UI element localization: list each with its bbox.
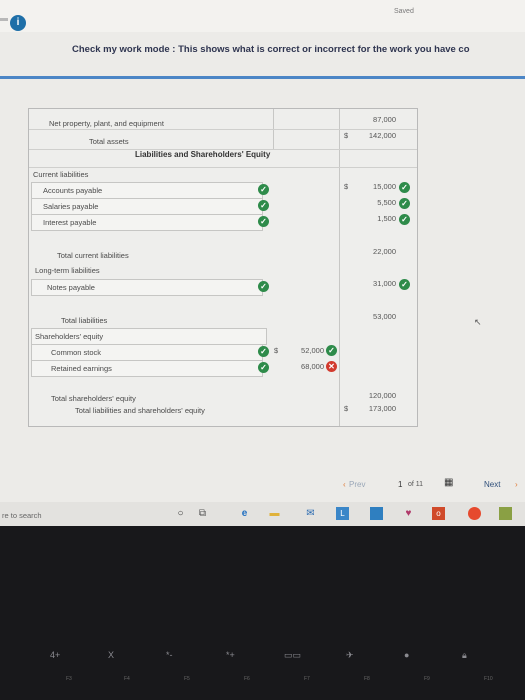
edge-icon[interactable]: e bbox=[238, 507, 251, 520]
banner-divider bbox=[0, 76, 525, 79]
f6-label: F6 bbox=[244, 676, 250, 682]
interest-payable-value[interactable]: 1,500 bbox=[341, 214, 396, 223]
file-explorer-icon[interactable]: ▬ bbox=[268, 507, 281, 520]
incorrect-icon: ✕ bbox=[326, 361, 337, 372]
office-icon[interactable]: o bbox=[432, 507, 445, 520]
f7-screen-icon: ▭▭ bbox=[284, 650, 302, 660]
page-total: of 11 bbox=[408, 481, 424, 488]
mail-icon[interactable]: ✉ bbox=[304, 507, 317, 520]
total-liabilities-value: 53,000 bbox=[373, 312, 396, 321]
chrome-icon[interactable] bbox=[468, 507, 481, 520]
pocket-icon[interactable]: ♥ bbox=[402, 507, 415, 520]
common-stock-label: Common stock bbox=[51, 348, 102, 357]
f9-icon: ● bbox=[404, 650, 410, 660]
check-icon: ✓ bbox=[258, 200, 269, 211]
prev-button[interactable]: Prev bbox=[349, 480, 365, 489]
windows-taskbar bbox=[0, 502, 525, 526]
saved-status: Saved bbox=[394, 8, 414, 15]
section-title: Liabilities and Shareholders' Equity bbox=[135, 150, 271, 159]
common-stock-value[interactable]: 52,000 bbox=[269, 346, 324, 355]
f10-label: F10 bbox=[484, 676, 493, 682]
long-term-liabilities-header: Long-term liabilities bbox=[35, 266, 100, 275]
grid-menu-icon[interactable]: ▦ bbox=[444, 477, 453, 488]
current-page: 1 bbox=[398, 480, 403, 489]
check-icon: ✓ bbox=[258, 362, 269, 373]
notes-payable-label: Notes payable bbox=[47, 283, 95, 292]
interest-payable-label: Interest payable bbox=[43, 218, 97, 227]
app-icon[interactable] bbox=[370, 507, 383, 520]
salaries-payable-value[interactable]: 5,500 bbox=[341, 198, 396, 207]
check-icon: ✓ bbox=[399, 182, 410, 193]
check-icon: ✓ bbox=[258, 346, 269, 357]
ppe-value: 87,000 bbox=[373, 115, 396, 124]
row-divider bbox=[29, 129, 417, 130]
row-divider bbox=[29, 167, 417, 168]
current-liabilities-header: Current liabilities bbox=[33, 170, 89, 179]
info-icon[interactable]: i bbox=[10, 15, 26, 31]
screen: i Saved Check my work mode : This shows … bbox=[0, 0, 525, 526]
salaries-payable-label: Salaries payable bbox=[43, 202, 99, 211]
check-icon: ✓ bbox=[326, 345, 337, 356]
total-liabilities-label: Total liabilities bbox=[61, 316, 108, 325]
f10-lock-icon: 🔒︎ bbox=[462, 650, 467, 660]
next-button[interactable]: Next bbox=[484, 480, 500, 489]
f8-airplane-icon: ✈ bbox=[346, 650, 354, 660]
check-icon: ✓ bbox=[258, 281, 269, 292]
f6-key: *+ bbox=[226, 650, 235, 660]
total-current-liabilities-value: 22,000 bbox=[373, 247, 396, 256]
f9-label: F9 bbox=[424, 676, 430, 682]
check-icon: ✓ bbox=[399, 279, 410, 290]
f3-key: 4+ bbox=[50, 650, 61, 660]
retained-earnings-value[interactable]: 68,000 bbox=[269, 362, 324, 371]
f4-label: F4 bbox=[124, 676, 130, 682]
total-assets-value: 142,000 bbox=[368, 131, 396, 140]
f7-label: F7 bbox=[304, 676, 310, 682]
f5-key: *- bbox=[166, 650, 173, 660]
mouse-cursor-icon: ↖ bbox=[474, 317, 482, 327]
ppe-label: Net property, plant, and equipment bbox=[49, 119, 164, 128]
check-mode-text: Check my work mode : This shows what is … bbox=[72, 44, 470, 55]
top-bar bbox=[0, 0, 525, 32]
check-icon: ✓ bbox=[399, 214, 410, 225]
cortana-icon[interactable]: ○ bbox=[174, 507, 187, 520]
prev-arrow-icon[interactable]: ‹ bbox=[343, 480, 346, 489]
store-icon[interactable]: L bbox=[336, 507, 349, 520]
check-icon: ✓ bbox=[399, 198, 410, 209]
total-equity-label: Total shareholders' equity bbox=[51, 394, 136, 403]
total-current-liabilities-label: Total current liabilities bbox=[57, 251, 129, 260]
shareholders-equity-label: Shareholders' equity bbox=[35, 332, 104, 341]
retained-earnings-label: Retained earnings bbox=[51, 364, 112, 373]
f8-label: F8 bbox=[364, 676, 370, 682]
app-tile-icon[interactable] bbox=[499, 507, 512, 520]
f3-label: F3 bbox=[66, 676, 72, 682]
total-liabilities-equity-label: Total liabilities and shareholders' equi… bbox=[75, 406, 205, 415]
total-equity-value: 120,000 bbox=[368, 391, 396, 400]
total-liabilities-equity-value: 173,000 bbox=[368, 404, 396, 413]
check-icon: ✓ bbox=[258, 216, 269, 227]
total-assets-label: Total assets bbox=[89, 137, 129, 146]
taskbar-search-input[interactable]: re to search bbox=[2, 511, 42, 520]
menu-dash[interactable] bbox=[0, 18, 8, 21]
task-view-icon[interactable]: ⧉ bbox=[196, 507, 209, 520]
next-arrow-icon[interactable]: › bbox=[515, 480, 518, 489]
f4-key: X bbox=[108, 650, 115, 660]
f5-label: F5 bbox=[184, 676, 190, 682]
check-icon: ✓ bbox=[258, 184, 269, 195]
accounts-payable-label: Accounts payable bbox=[43, 186, 103, 195]
notes-payable-value[interactable]: 31,000 bbox=[341, 279, 396, 288]
laptop-keyboard bbox=[0, 526, 525, 700]
column-divider bbox=[339, 109, 340, 426]
check-mode-banner bbox=[0, 32, 525, 78]
accounts-payable-value[interactable]: 15,000 bbox=[341, 182, 396, 191]
balance-sheet-table: Net property, plant, and equipment 87,00… bbox=[28, 108, 418, 427]
